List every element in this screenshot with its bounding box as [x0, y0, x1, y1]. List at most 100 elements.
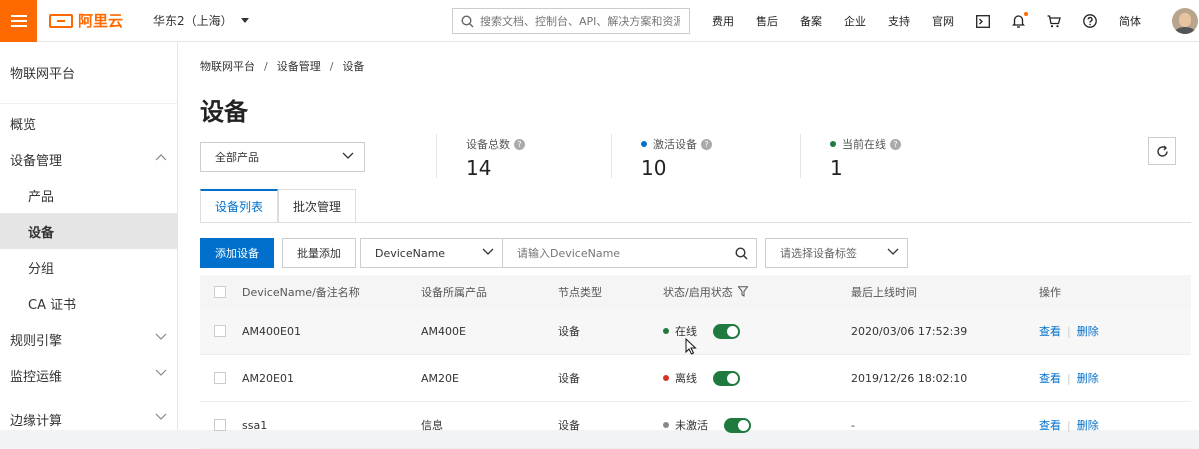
sidebar-item-label: 设备管理: [10, 153, 63, 169]
device-last-online: 2019/12/26 18:02:10: [851, 371, 968, 385]
status-text: 离线: [675, 372, 697, 385]
device-tag-select[interactable]: 请选择设备标签: [765, 238, 908, 268]
sidebar-title: 物联网平台: [0, 42, 177, 104]
device-tag-placeholder: 请选择设备标签: [780, 247, 857, 260]
global-search-input[interactable]: [480, 14, 680, 28]
sidebar-item-overview[interactable]: 概览: [0, 105, 177, 141]
sidebar-item-rule-engine[interactable]: 规则引擎: [0, 321, 177, 357]
chevron-down-icon: [155, 369, 167, 376]
table-row[interactable]: ssa1 信息 设备 未激活 - 查看 | 删除: [200, 402, 1191, 449]
stat-online-label: 当前在线: [842, 138, 886, 151]
stat-online-value: 1: [830, 156, 843, 180]
sidebar-item-label: CA 证书: [28, 297, 77, 313]
device-name: AM20E01: [242, 371, 294, 385]
row-checkbox[interactable]: [214, 372, 226, 384]
bell-icon[interactable]: [1012, 12, 1028, 28]
device-status: 在线: [663, 323, 740, 339]
nav-official-site[interactable]: 官网: [932, 13, 954, 29]
device-search-field[interactable]: [502, 238, 757, 268]
delete-link[interactable]: 删除: [1077, 323, 1099, 339]
menu-button[interactable]: [0, 0, 37, 42]
status-dot: [663, 328, 669, 334]
refresh-button[interactable]: [1148, 137, 1176, 165]
status-dot: [663, 375, 669, 381]
help-icon[interactable]: ?: [514, 138, 525, 150]
sidebar-item-group[interactable]: 分组: [0, 249, 177, 285]
batch-add-button[interactable]: 批量添加: [282, 238, 356, 268]
search-icon[interactable]: [735, 247, 748, 260]
breadcrumb-device-management[interactable]: 设备管理: [277, 60, 321, 73]
stat-total-value: 14: [466, 156, 492, 180]
help-icon[interactable]: ?: [701, 138, 712, 150]
breadcrumb-iot[interactable]: 物联网平台: [200, 60, 255, 73]
chevron-down-icon: [155, 333, 167, 340]
sidebar-item-device[interactable]: 设备: [0, 213, 177, 249]
sidebar-item-label: 概览: [10, 117, 37, 133]
enable-toggle[interactable]: [713, 370, 740, 386]
sidebar-item-product[interactable]: 产品: [0, 177, 177, 213]
nav-fees[interactable]: 费用: [712, 13, 734, 29]
chevron-down-icon: [155, 413, 167, 420]
device-product: AM400E: [421, 324, 466, 338]
device-table: DeviceName/备注名称 设备所属产品 节点类型 状态/启用状态 最后上线…: [200, 275, 1191, 449]
product-filter-select[interactable]: 全部产品: [200, 142, 365, 172]
breadcrumb-device: 设备: [342, 60, 365, 73]
device-node-type: 设备: [558, 419, 580, 432]
toolbar: 添加设备 批量添加: [200, 238, 364, 268]
header-last-online: 最后上线时间: [851, 285, 917, 299]
select-all-checkbox[interactable]: [214, 285, 226, 298]
tab-batch-management[interactable]: 批次管理: [278, 189, 357, 223]
row-checkbox[interactable]: [214, 325, 226, 337]
delete-link[interactable]: 删除: [1077, 370, 1099, 386]
delete-link[interactable]: 删除: [1077, 417, 1099, 433]
nav-icp[interactable]: 备案: [800, 13, 822, 29]
search-field-select[interactable]: DeviceName: [360, 238, 503, 268]
help-icon[interactable]: [1083, 14, 1097, 28]
device-product: AM20E: [421, 371, 459, 385]
brand-logo[interactable]: 阿里云: [49, 10, 123, 31]
region-selector[interactable]: 华东2（上海）: [153, 12, 249, 29]
top-bar: 阿里云 华东2（上海） 费用 售后 备案 企业 支持 官网 简体: [0, 0, 1199, 42]
row-checkbox[interactable]: [214, 419, 226, 431]
enable-toggle[interactable]: [713, 323, 740, 339]
table-row[interactable]: AM20E01 AM20E 设备 离线 2019/12/26 18:02:10 …: [200, 355, 1191, 402]
nav-enterprise[interactable]: 企业: [844, 13, 866, 29]
header-product: 设备所属产品: [421, 285, 487, 299]
help-icon[interactable]: ?: [890, 138, 901, 150]
nav-support[interactable]: 支持: [888, 13, 910, 29]
view-link[interactable]: 查看: [1039, 323, 1061, 339]
sidebar-item-ca-cert[interactable]: CA 证书: [0, 285, 177, 321]
search-field-value: DeviceName: [375, 246, 446, 260]
caret-down-icon: [240, 18, 249, 23]
nav-aftersales[interactable]: 售后: [756, 13, 778, 29]
sidebar-item-edge-computing[interactable]: 边缘计算: [0, 401, 177, 437]
view-link[interactable]: 查看: [1039, 417, 1061, 433]
row-actions: 查看 | 删除: [1039, 417, 1099, 433]
sidebar-item-monitoring[interactable]: 监控运维: [0, 357, 177, 393]
device-search-input[interactable]: [517, 246, 727, 260]
filter-icon[interactable]: [737, 286, 748, 297]
tab-device-list[interactable]: 设备列表: [200, 189, 279, 223]
cart-icon[interactable]: [1047, 14, 1061, 28]
terminal-icon[interactable]: [976, 14, 990, 28]
chevron-down-icon: [342, 152, 354, 159]
enable-toggle[interactable]: [724, 417, 751, 433]
device-node-type: 设备: [558, 325, 580, 338]
device-status: 离线: [663, 370, 740, 386]
add-device-button[interactable]: 添加设备: [200, 238, 274, 268]
sidebar-item-device-management[interactable]: 设备管理: [0, 141, 177, 177]
device-product: 信息: [421, 419, 443, 432]
refresh-icon: [1156, 145, 1168, 157]
product-filter-value: 全部产品: [215, 151, 259, 164]
language-switch[interactable]: 简体: [1119, 13, 1141, 29]
main-content: 物联网平台 / 设备管理 / 设备 设备 全部产品 设备总数? 14 激活设备? 10 …: [178, 42, 1199, 449]
notification-dot: [1024, 12, 1028, 16]
sidebar-item-label: 产品: [28, 189, 55, 205]
global-search[interactable]: [452, 8, 690, 34]
stat-total-label: 设备总数: [466, 138, 510, 151]
stat-activated: 激活设备? 10: [641, 136, 712, 180]
avatar[interactable]: [1172, 8, 1198, 34]
aliyun-logo-icon: [49, 13, 73, 28]
header-status: 状态/启用状态: [663, 284, 748, 300]
view-link[interactable]: 查看: [1039, 370, 1061, 386]
